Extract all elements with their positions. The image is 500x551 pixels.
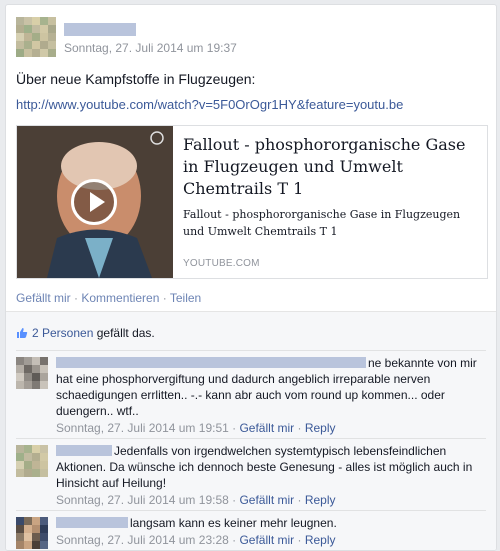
comment-like-link[interactable]: Gefällt mir (239, 493, 294, 507)
comment-reply-link[interactable]: Reply (305, 493, 336, 507)
video-thumbnail[interactable] (17, 126, 173, 278)
comment-link[interactable]: Kommentieren (81, 291, 159, 305)
post-link[interactable]: http://www.youtube.com/watch?v=5F0OrOgr1… (16, 97, 403, 112)
separator: · (228, 533, 240, 547)
comment-body: ne bekannte von mir hat eine phosphorver… (56, 355, 486, 436)
separator: · (70, 291, 82, 305)
post-actions: Gefällt mir · Kommentieren · Teilen (16, 291, 201, 305)
post-header: Sonntag, 27. Juli 2014 um 19:37 (16, 17, 486, 57)
likes-suffix: gefällt das. (93, 326, 155, 340)
play-icon[interactable] (71, 179, 117, 225)
author-name-redacted[interactable] (64, 23, 136, 36)
comment-body: Jedenfalls von irgendwelchen systemtypis… (56, 443, 486, 508)
comment-time[interactable]: Sonntag, 27. Juli 2014 um 23:28 (56, 533, 229, 547)
comment-reply-link[interactable]: Reply (305, 533, 336, 547)
commenter-avatar[interactable] (16, 357, 48, 389)
author-avatar[interactable] (16, 17, 56, 57)
commenter-avatar[interactable] (16, 517, 48, 549)
comment-like-link[interactable]: Gefällt mir (239, 421, 294, 435)
commenter-avatar[interactable] (16, 445, 48, 477)
comment-text: Jedenfalls von irgendwelchen systemtypis… (56, 444, 473, 490)
attachment-description: Fallout - phosphororganische Gase in Flu… (183, 208, 461, 238)
separator: · (294, 421, 305, 435)
feedback-area: 2 Personen gefällt das. ne bekannte von … (6, 311, 496, 550)
comment-meta: Sonntag, 27. Juli 2014 um 19:51 · Gefäll… (56, 420, 486, 436)
thumbs-up-icon (17, 328, 28, 338)
comment: langsam kann es keiner mehr leugnen. Son… (16, 510, 486, 550)
like-link[interactable]: Gefällt mir (16, 291, 71, 305)
commenter-name-redacted[interactable] (56, 357, 366, 368)
comment-body: langsam kann es keiner mehr leugnen. Son… (56, 515, 486, 548)
separator: · (228, 493, 240, 507)
likers-link[interactable]: 2 Personen (32, 326, 93, 340)
comment: Jedenfalls von irgendwelchen systemtypis… (16, 438, 486, 510)
comment-meta: Sonntag, 27. Juli 2014 um 19:58 · Gefäll… (56, 492, 486, 508)
share-link[interactable]: Teilen (170, 291, 201, 305)
post-timestamp[interactable]: Sonntag, 27. Juli 2014 um 19:37 (64, 41, 237, 55)
attachment-title[interactable]: Fallout - phosphororganische Gase in Flu… (183, 134, 479, 200)
post-text: Über neue Kampfstoffe in Flugzeugen: (16, 71, 256, 87)
post-card: Sonntag, 27. Juli 2014 um 19:37 Über neu… (5, 4, 497, 551)
separator: · (228, 421, 240, 435)
commenter-name-redacted[interactable] (56, 445, 112, 456)
attachment-domain: YOUTUBE.COM (183, 258, 260, 269)
comment-time[interactable]: Sonntag, 27. Juli 2014 um 19:51 (56, 421, 229, 435)
comment-meta: Sonntag, 27. Juli 2014 um 23:28 · Gefäll… (56, 532, 486, 548)
commenter-name-redacted[interactable] (56, 517, 128, 528)
likes-summary: 2 Personen gefällt das. (16, 326, 155, 340)
separator: · (294, 493, 305, 507)
comment-text: langsam kann es keiner mehr leugnen. (130, 516, 337, 530)
comment-time[interactable]: Sonntag, 27. Juli 2014 um 19:58 (56, 493, 229, 507)
separator: · (159, 291, 170, 305)
comment: ne bekannte von mir hat eine phosphorver… (16, 350, 486, 438)
separator: · (294, 533, 305, 547)
comment-reply-link[interactable]: Reply (305, 421, 336, 435)
link-attachment[interactable]: Fallout - phosphororganische Gase in Flu… (16, 125, 488, 279)
comment-like-link[interactable]: Gefällt mir (239, 533, 294, 547)
